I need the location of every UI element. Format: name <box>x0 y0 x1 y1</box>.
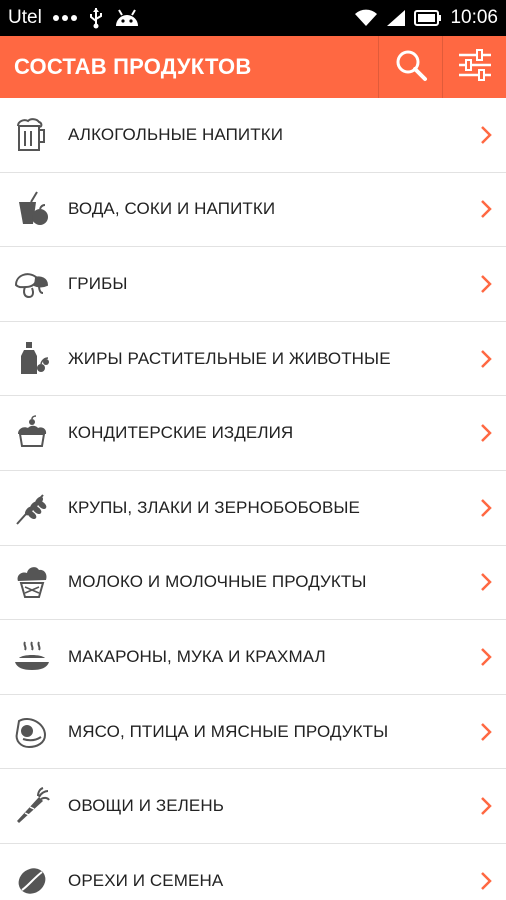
search-icon <box>394 48 428 87</box>
usb-icon <box>88 7 104 29</box>
wheat-icon <box>0 489 58 527</box>
filter-button[interactable] <box>442 36 506 98</box>
chevron-right-icon <box>466 273 506 295</box>
page-title: СОСТАВ ПРОДУКТОВ <box>14 54 252 79</box>
list-item[interactable]: ГРИБЫ <box>0 247 506 322</box>
list-item[interactable]: МОЛОКО И МОЛОЧНЫЕ ПРОДУКТЫ <box>0 546 506 621</box>
clock: 10:06 <box>450 7 498 28</box>
category-list: АЛКОГОЛЬНЫЕ НАПИТКИ ВОДА, СОКИ И НАПИТКИ… <box>0 98 506 900</box>
list-item[interactable]: ЖИРЫ РАСТИТЕЛЬНЫЕ И ЖИВОТНЫЕ <box>0 322 506 397</box>
chevron-right-icon <box>466 497 506 519</box>
chevron-right-icon <box>466 870 506 892</box>
chevron-right-icon <box>466 124 506 146</box>
battery-icon <box>414 10 442 26</box>
list-item[interactable]: МЯСО, ПТИЦА И МЯСНЫЕ ПРОДУКТЫ <box>0 695 506 770</box>
status-bar: Utel 10:06 <box>0 0 506 36</box>
ice-cream-icon <box>0 563 58 601</box>
android-icon <box>114 8 140 28</box>
search-button[interactable] <box>378 36 442 98</box>
list-item[interactable]: КРУПЫ, ЗЛАКИ И ЗЕРНОБОБОВЫЕ <box>0 471 506 546</box>
meat-ham-icon <box>0 713 58 751</box>
wifi-icon <box>354 9 378 27</box>
oil-bottle-icon <box>0 340 58 378</box>
carrot-icon <box>0 787 58 825</box>
list-item[interactable]: ВОДА, СОКИ И НАПИТКИ <box>0 173 506 248</box>
beer-mug-icon <box>0 116 58 154</box>
pasta-plate-icon <box>0 638 58 676</box>
list-item[interactable]: КОНДИТЕРСКИЕ ИЗДЕЛИЯ <box>0 396 506 471</box>
mushroom-icon <box>0 265 58 303</box>
carrier-label: Utel <box>8 7 42 28</box>
chevron-right-icon <box>466 422 506 444</box>
chevron-right-icon <box>466 646 506 668</box>
cake-icon <box>0 414 58 452</box>
app-bar: СОСТАВ ПРОДУКТОВ <box>0 36 506 98</box>
list-item[interactable]: АЛКОГОЛЬНЫЕ НАПИТКИ <box>0 98 506 173</box>
chevron-right-icon <box>466 721 506 743</box>
chevron-right-icon <box>466 198 506 220</box>
seed-icon <box>0 862 58 900</box>
chevron-right-icon <box>466 571 506 593</box>
chevron-right-icon <box>466 348 506 370</box>
list-item[interactable]: МАКАРОНЫ, МУКА И КРАХМАЛ <box>0 620 506 695</box>
filter-sliders-icon <box>457 48 493 87</box>
chevron-right-icon <box>466 795 506 817</box>
juice-apple-icon <box>0 190 58 228</box>
more-dots-icon <box>52 14 78 22</box>
list-item[interactable]: ОВОЩИ И ЗЕЛЕНЬ <box>0 769 506 844</box>
signal-icon <box>386 9 406 27</box>
list-item[interactable]: ОРЕХИ И СЕМЕНА <box>0 844 506 900</box>
